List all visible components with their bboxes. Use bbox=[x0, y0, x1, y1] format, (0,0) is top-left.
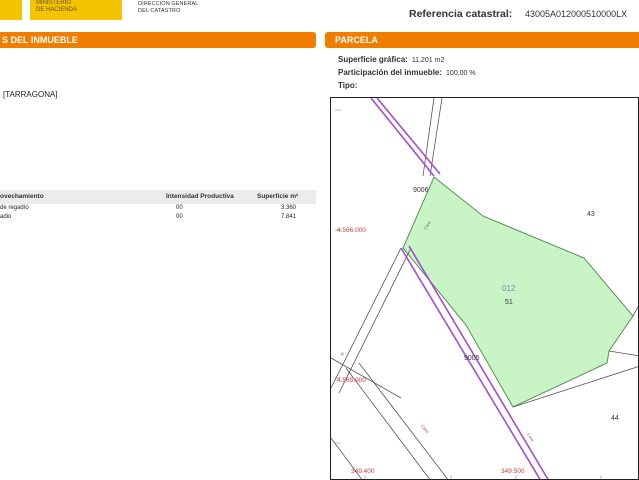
cadastral-reference-label: Referencia catastral: bbox=[409, 8, 513, 20]
crop-header-use: ovechamiento bbox=[0, 193, 44, 200]
property-address: [TARRAGONA] bbox=[3, 90, 58, 99]
map-drawing: 9006 9005 Cami Cami Cami R 012 51 43 44 … bbox=[331, 98, 638, 479]
coordinate-y-upper: 4.566.000 bbox=[337, 227, 366, 234]
parcel-code: 012 bbox=[502, 284, 516, 293]
participation-value: 100,00 % bbox=[446, 70, 476, 77]
crop-use: de regadío bbox=[0, 205, 29, 211]
cadastral-map: 9006 9005 Cami Cami Cami R 012 51 43 44 … bbox=[330, 97, 639, 480]
road-name-lower: Cami bbox=[526, 432, 535, 443]
neighbor-parcel-north: 43 bbox=[587, 211, 595, 218]
coordinate-x-right: 349.500 bbox=[501, 468, 525, 475]
parcel-polygon bbox=[402, 176, 634, 408]
crop-area: 7.841 bbox=[281, 214, 297, 220]
crop-use: adio bbox=[0, 214, 12, 220]
coordinate-y-lower: 4.565.900 bbox=[337, 377, 366, 384]
coordinate-x-left: 349.400 bbox=[351, 468, 375, 475]
graphic-surface-label: Superficie gráfica: bbox=[338, 55, 408, 64]
crop-intensity: 00 bbox=[176, 214, 183, 220]
participation-label: Participación del inmueble: bbox=[338, 68, 443, 77]
road-label-lower: 9005 bbox=[464, 355, 480, 362]
graphic-surface-value: 11.201 m2 bbox=[411, 57, 445, 64]
crop-header-area: Superficie m² bbox=[257, 193, 299, 200]
road-label-upper: 9006 bbox=[413, 187, 429, 194]
parcel-type: Tipo: bbox=[338, 81, 357, 90]
participation: Participación del inmueble: 100,00 % bbox=[338, 68, 476, 77]
parcel-section-title: PARCELA bbox=[325, 32, 639, 48]
directorate-line-2: DEL CATASTRO bbox=[138, 7, 181, 14]
crop-table-header: ovechamiento Intensidad Productiva Super… bbox=[0, 190, 316, 204]
ministry-logo: MINISTERIO DE HACIENDA bbox=[30, 0, 122, 20]
parcel-type-label: Tipo: bbox=[338, 81, 358, 90]
directorate-line-1: DIRECCION GENERAL bbox=[138, 1, 199, 7]
parcel-number: 51 bbox=[505, 299, 513, 306]
neighbor-parcel-south: 44 bbox=[611, 415, 619, 422]
crop-intensity: 00 bbox=[176, 205, 183, 211]
crop-area: 3.360 bbox=[281, 205, 297, 211]
crop-table: ovechamiento Intensidad Productiva Super… bbox=[0, 190, 316, 222]
directorate-name: DIRECCION GENERAL DEL CATASTRO bbox=[138, 1, 198, 14]
crop-header-intensity: Intensidad Productiva bbox=[166, 193, 234, 200]
cadastral-reference-value: 43005A012000510000LX bbox=[525, 9, 628, 19]
table-row: adio 00 7.841 bbox=[0, 213, 316, 222]
coat-of-arms-strip bbox=[0, 0, 22, 20]
path-name-west: R bbox=[340, 351, 346, 356]
ministry-line-2: DE HACIENDA bbox=[36, 6, 78, 13]
table-row: de regadío 00 3.360 bbox=[0, 204, 316, 213]
path-name: Cami bbox=[420, 424, 430, 435]
graphic-surface: Superficie gráfica: 11.201 m2 bbox=[338, 55, 444, 64]
property-data-section-title: S DEL INMUEBLE bbox=[0, 32, 316, 48]
